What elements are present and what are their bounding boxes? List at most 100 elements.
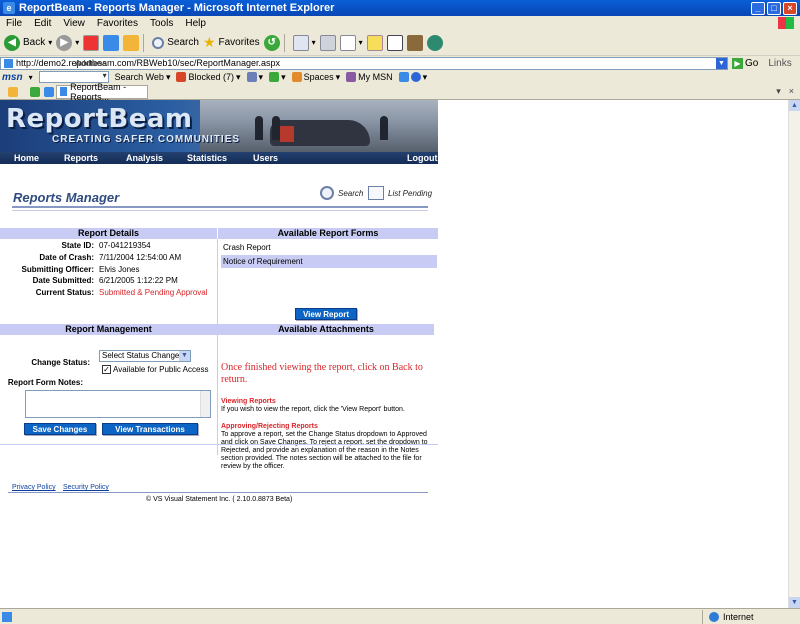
view-report-button[interactable]: View Report <box>295 308 357 320</box>
nav-home[interactable]: Home <box>14 153 39 163</box>
status-bar: Internet <box>0 608 800 624</box>
page-title: Reports Manager <box>13 190 120 205</box>
vertical-scrollbar[interactable]: ▲ ▼ <box>788 100 800 608</box>
privacy-policy-link[interactable]: Privacy Policy <box>12 484 56 491</box>
list-pending-label: List Pending <box>388 188 433 198</box>
address-dropdown-icon[interactable]: ▼ <box>716 57 727 69</box>
mail-icon[interactable] <box>292 34 309 51</box>
change-status-label: Change Status: <box>31 358 90 367</box>
scroll-up-icon[interactable]: ▲ <box>789 100 800 111</box>
date-of-crash-value: 7/11/2004 12:54:00 AM <box>99 253 182 262</box>
date-submitted-value: 6/21/2005 1:12:22 PM <box>99 276 178 285</box>
buddy-button[interactable]: ▾ <box>269 72 286 83</box>
report-management-header: Report Management <box>0 324 217 335</box>
edit-icon[interactable] <box>339 34 356 51</box>
notes-icon[interactable] <box>366 34 383 51</box>
research-icon[interactable] <box>386 34 403 51</box>
home-icon[interactable] <box>123 34 140 51</box>
menu-help[interactable]: Help <box>179 18 212 29</box>
my-msn-icon <box>346 72 357 82</box>
zone-label: Internet <box>723 611 754 622</box>
search-icon <box>152 36 165 49</box>
save-changes-button[interactable]: Save Changes <box>24 423 96 435</box>
go-arrow-icon: ▶ <box>732 57 743 69</box>
history-icon[interactable]: ↺ <box>263 34 280 51</box>
return-message: Once finished viewing the report, click … <box>221 362 423 385</box>
search-link[interactable]: Search <box>320 186 363 200</box>
favorites-button[interactable]: ★ Favorites <box>203 34 260 51</box>
popup-blocker-button[interactable]: Blocked (7) ▾ <box>176 72 241 83</box>
scroll-down-icon[interactable]: ▼ <box>789 597 800 608</box>
close-button[interactable]: × <box>783 1 797 15</box>
spaces-button[interactable]: Spaces ▾ <box>291 72 340 83</box>
tab-refresh-icon[interactable] <box>30 86 40 97</box>
state-id-label: State ID: <box>61 241 94 250</box>
address-label: Address <box>74 58 107 68</box>
change-status-select[interactable]: Select Status Change ▼ <box>99 350 191 362</box>
forward-button[interactable]: ▶ ▾ <box>56 34 79 51</box>
window-title-bar: e ReportBeam - Reports Manager - Microso… <box>0 0 800 16</box>
search-label: Search <box>167 37 199 48</box>
help-approving-title: Approving/Rejecting Reports <box>221 423 318 430</box>
menu-file[interactable]: File <box>0 18 28 29</box>
options-icon <box>398 72 409 82</box>
internet-globe-icon <box>709 611 719 622</box>
chevron-down-icon: ▼ <box>179 351 190 361</box>
search-button[interactable]: Search <box>152 36 199 49</box>
highlight-button[interactable]: ▾ <box>246 72 263 83</box>
notes-scrollbar[interactable] <box>200 391 210 417</box>
status-page-icon <box>2 611 12 622</box>
change-status-value: Select Status Change <box>102 351 180 360</box>
back-label: Back <box>23 37 46 48</box>
security-policy-link[interactable]: Security Policy <box>63 484 109 491</box>
back-button[interactable]: ◀ Back ▾ <box>4 34 52 51</box>
nav-reports[interactable]: Reports <box>64 153 98 163</box>
tab-bar: ReportBeam - Reports... ▾ × <box>0 82 800 102</box>
highlight-icon <box>246 72 257 82</box>
stop-icon[interactable] <box>83 34 100 51</box>
menu-favorites[interactable]: Favorites <box>91 18 144 29</box>
minimize-button[interactable]: _ <box>751 1 765 15</box>
browser-toolbar: ◀ Back ▾ ▶ ▾ Search ★ Favorites ↺ ▾ ▾ <box>0 30 800 56</box>
browser-tab[interactable]: ReportBeam - Reports... <box>56 82 148 102</box>
spaces-label: Spaces <box>303 72 334 82</box>
menu-tools[interactable]: Tools <box>144 18 179 29</box>
my-msn-button[interactable]: My MSN <box>346 72 393 82</box>
help-viewing: Viewing Reports If you wish to view the … <box>221 398 431 414</box>
print-icon[interactable] <box>319 34 336 51</box>
msn-options-button[interactable]: ▾ <box>398 72 427 83</box>
nav-users[interactable]: Users <box>253 153 278 163</box>
nav-analysis[interactable]: Analysis <box>126 153 163 163</box>
tab-home-icon[interactable] <box>8 86 18 97</box>
menu-bar: File Edit View Favorites Tools Help <box>0 16 800 30</box>
links-button[interactable]: Links <box>768 58 791 69</box>
notes-textarea[interactable] <box>25 390 211 418</box>
menu-edit[interactable]: Edit <box>28 18 57 29</box>
nav-statistics[interactable]: Statistics <box>187 153 227 163</box>
messenger-icon[interactable] <box>406 34 423 51</box>
public-access-checkbox[interactable]: ✓ <box>102 365 111 374</box>
list-icon <box>368 186 384 200</box>
report-form-item[interactable]: Crash Report <box>221 241 437 254</box>
list-pending-link[interactable]: List Pending <box>368 186 432 200</box>
new-tab-icon[interactable] <box>44 86 54 97</box>
maximize-button[interactable]: □ <box>767 1 781 15</box>
msn-logo[interactable]: msn <box>0 72 23 83</box>
site-logo: ReportBeam <box>6 104 193 134</box>
public-access-label: Available for Public Access <box>113 365 209 374</box>
nav-logout[interactable]: Logout <box>407 153 438 163</box>
msn-people-icon[interactable] <box>426 34 443 51</box>
menu-view[interactable]: View <box>57 18 91 29</box>
address-url[interactable]: http://demo2.reportbeam.com/RBWeb10/sec/… <box>16 58 716 68</box>
help-icon <box>410 72 421 82</box>
site-nav: Home Reports Analysis Statistics Users L… <box>0 152 438 164</box>
go-button[interactable]: ▶ Go <box>732 57 758 69</box>
tab-list-icon[interactable]: ▾ <box>776 86 781 97</box>
spaces-icon <box>291 72 302 82</box>
notes-label: Report Form Notes: <box>7 378 83 387</box>
refresh-icon[interactable] <box>103 34 120 51</box>
report-form-item[interactable]: Notice of Requirement <box>221 255 437 268</box>
view-transactions-button[interactable]: View Transactions <box>102 423 198 435</box>
blocked-label: Blocked (7) <box>188 72 234 82</box>
tab-close-icon[interactable]: × <box>789 86 794 97</box>
